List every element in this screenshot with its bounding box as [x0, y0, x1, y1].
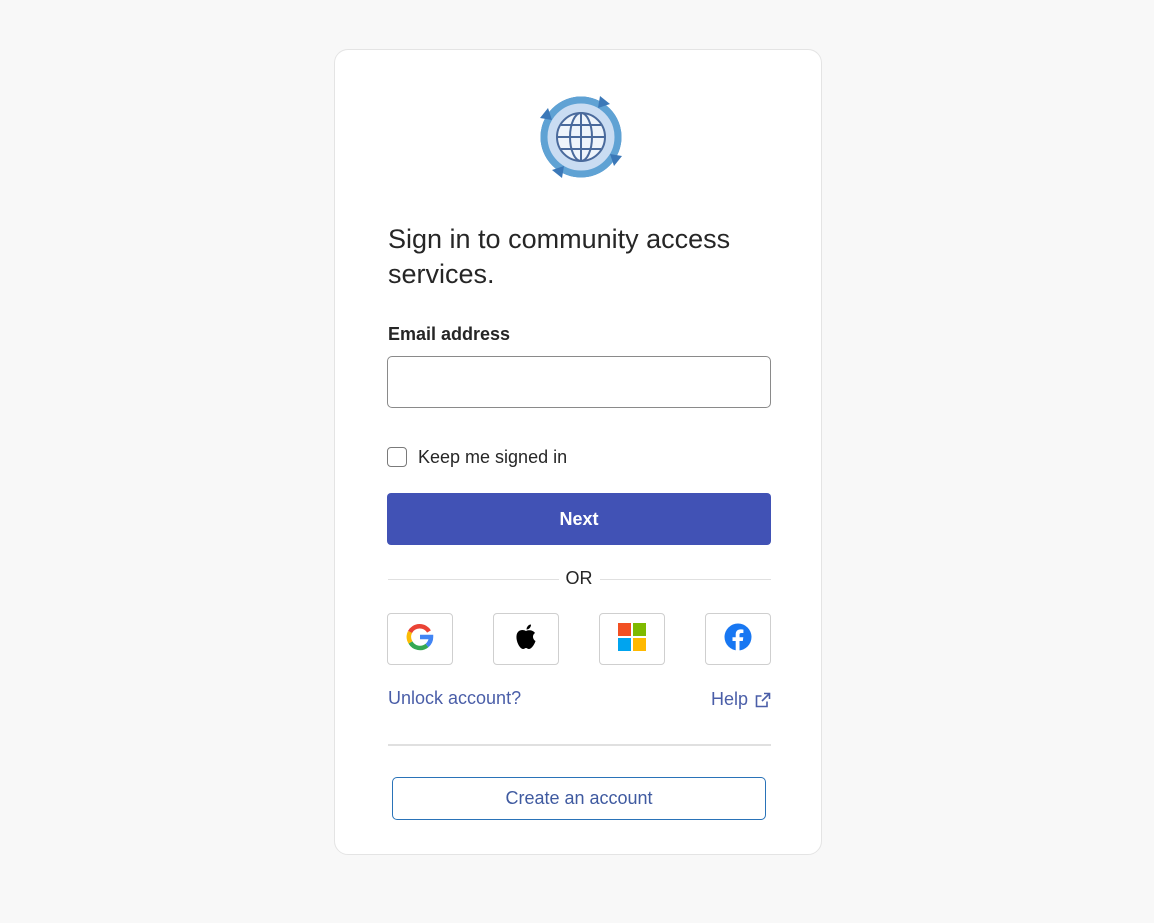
or-divider-left [388, 579, 559, 580]
page-title: Sign in to community access services. [388, 224, 731, 289]
globe-logo-icon [534, 90, 628, 184]
help-link[interactable]: Help [711, 689, 771, 710]
google-icon [406, 623, 434, 656]
signin-card: Sign in to community access services. Em… [334, 49, 822, 855]
external-link-icon [755, 692, 771, 708]
or-divider-right [600, 579, 771, 580]
facebook-signin-button[interactable] [705, 613, 771, 665]
email-field[interactable] [387, 356, 771, 408]
next-button[interactable]: Next [387, 493, 771, 545]
section-divider [388, 744, 771, 746]
help-link-label: Help [711, 689, 749, 709]
unlock-account-link[interactable]: Unlock account? [388, 688, 521, 709]
keep-signed-in-label[interactable]: Keep me signed in [418, 447, 567, 468]
email-label: Email address [388, 324, 511, 344]
microsoft-icon [618, 622, 646, 656]
keep-signed-in-row[interactable]: Keep me signed in [387, 446, 567, 468]
apple-signin-button[interactable] [493, 613, 559, 665]
facebook-icon [724, 623, 752, 656]
keep-signed-in-checkbox[interactable] [387, 447, 407, 467]
google-signin-button[interactable] [387, 613, 453, 665]
apple-icon [513, 623, 539, 656]
microsoft-signin-button[interactable] [599, 613, 665, 665]
create-account-button[interactable]: Create an account [392, 777, 766, 820]
